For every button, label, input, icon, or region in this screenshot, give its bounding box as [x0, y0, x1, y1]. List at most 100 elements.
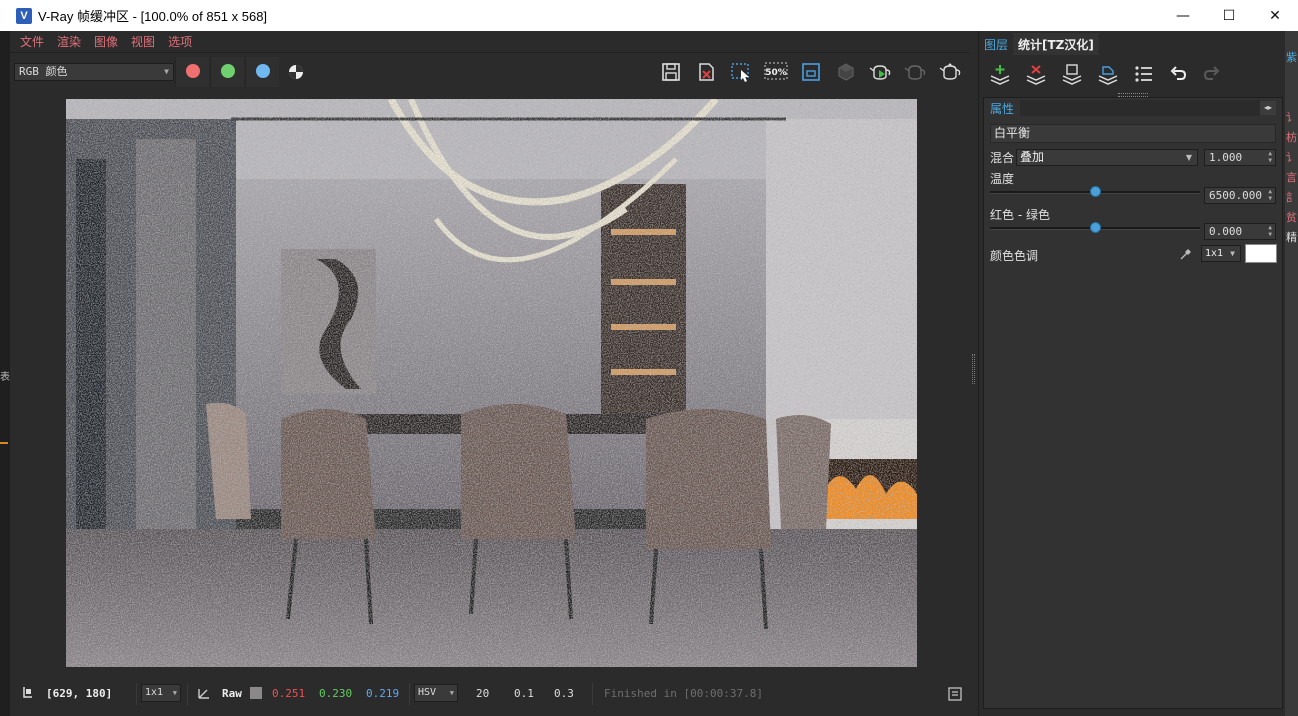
red-value: 0.251 [272, 687, 306, 700]
zoom-50-button[interactable]: 50% [763, 59, 789, 85]
tint-label: 红色 - 绿色 [990, 208, 1050, 222]
edge-char: 枋 [1286, 131, 1297, 144]
render-region-button[interactable] [798, 59, 824, 85]
value-value: 0.3 [554, 687, 574, 700]
title-bar: V V-Ray 帧缓冲区 - [100.0% of 851 x 568] — ☐… [0, 0, 1298, 31]
render-button[interactable] [868, 59, 894, 85]
properties-title: 属性 [990, 101, 1015, 116]
properties-header-bar [1020, 100, 1260, 116]
zoom-50-label: 50% [765, 68, 787, 78]
sample-size-value: 1x1 [145, 687, 164, 698]
delete-layer-button[interactable] [1023, 61, 1049, 87]
spinner-arrows-icon[interactable]: ▲ ▼ [1268, 224, 1272, 238]
blue-value: 0.219 [366, 687, 400, 700]
color-picker-icon[interactable] [196, 685, 212, 701]
chevron-down-icon: ▼ [172, 689, 177, 697]
panel-splitter[interactable] [970, 31, 978, 716]
pixel-coordinates: [629, 180] [46, 687, 113, 700]
rendered-scene-image [66, 99, 917, 667]
load-layers-icon [1098, 66, 1118, 85]
tint-slider-knob[interactable] [1089, 222, 1101, 233]
blend-mode-select[interactable]: 叠加 ▼ [1016, 149, 1198, 166]
delete-layer-icon [1026, 65, 1046, 85]
color-tint-label: 颜色色调 [990, 249, 1039, 263]
edge-char: 言 [1286, 171, 1297, 184]
blend-amount-spinner[interactable]: 1.000 ▲ ▼ [1204, 149, 1276, 166]
maximize-button[interactable]: ☐ [1206, 0, 1252, 31]
render-viewport[interactable] [10, 89, 970, 679]
undo-button[interactable] [1165, 61, 1191, 87]
save-button[interactable] [658, 59, 684, 85]
menu-file[interactable]: 文件 [18, 33, 46, 50]
splitter-grip-icon[interactable] [972, 354, 975, 384]
left-edge-label: 表 [0, 372, 10, 383]
menu-options[interactable]: 选项 [166, 33, 194, 50]
alpha-channel-icon [289, 65, 303, 79]
menu-image[interactable]: 图像 [92, 33, 120, 50]
green-value: 0.230 [319, 687, 353, 700]
color-tint-swatch[interactable] [1245, 244, 1277, 263]
edge-char: 訁 [1286, 191, 1297, 204]
tint-spinner[interactable]: 0.000 ▲ ▼ [1204, 223, 1276, 240]
status-divider [592, 683, 593, 705]
alpha-channel-button[interactable] [283, 59, 309, 85]
menu-render[interactable]: 渲染 [55, 33, 83, 50]
edge-char: 紫 [1286, 51, 1297, 64]
list-icon [1135, 66, 1152, 82]
log-panel-icon[interactable] [948, 687, 962, 701]
color-mode-value: HSV [418, 687, 437, 698]
layer-presets-button[interactable] [1131, 61, 1157, 87]
color-tint-sample-value: 1x1 [1205, 248, 1224, 259]
edge-char: 讠 [1286, 111, 1297, 124]
redo-button[interactable] [1199, 61, 1225, 87]
hue-value: 20 [476, 687, 490, 700]
green-channel-icon [221, 64, 235, 78]
eyedropper-icon[interactable] [1179, 247, 1193, 261]
properties-header[interactable]: 属性 ◂▸ [984, 98, 1282, 118]
left-edge-strip: 表 [0, 31, 10, 716]
temperature-spinner[interactable]: 6500.000 ▲ ▼ [1204, 187, 1276, 204]
teapot-icon [939, 63, 961, 80]
window-title: V-Ray 帧缓冲区 - [100.0% of 851 x 568] [38, 9, 268, 24]
menu-bar: 文件 渲染 图像 视图 选项 [10, 31, 970, 53]
load-layers-button[interactable] [1095, 61, 1121, 87]
temperature-slider-knob[interactable] [1089, 186, 1101, 197]
clear-icon [699, 63, 714, 81]
pixel-info-icon[interactable] [20, 685, 36, 701]
frame-buffer-main: 文件 渲染 图像 视图 选项 RGB 颜色 ▼ 50% [629, 180] 1… [10, 31, 970, 716]
clear-image-button[interactable] [693, 59, 719, 85]
red-channel-button[interactable] [175, 57, 209, 87]
layer-name-field[interactable]: 白平衡 [990, 124, 1276, 143]
background-window-edge: 紫 讠 枋 讠 言 訁 贫 精 [1285, 31, 1298, 716]
spinner-arrows-icon[interactable]: ▲ ▼ [1268, 150, 1272, 164]
blue-channel-icon [256, 64, 270, 78]
rendered-image[interactable] [66, 99, 917, 667]
save-layers-icon [1062, 64, 1082, 85]
blend-mode-value: 叠加 [1020, 150, 1045, 164]
channel-select[interactable]: RGB 颜色 ▼ [14, 63, 174, 81]
status-divider [136, 683, 137, 705]
collapse-toggle-icon[interactable]: ◂▸ [1260, 101, 1276, 115]
production-render-button[interactable] [938, 59, 964, 85]
spinner-arrows-icon[interactable]: ▲ ▼ [1268, 188, 1272, 202]
save-layers-button[interactable] [1059, 61, 1085, 87]
tab-stats[interactable]: 统计[TZ汉化] [1013, 33, 1099, 55]
sample-size-select[interactable]: 1x1 ▼ [141, 684, 181, 702]
minimize-button[interactable]: — [1160, 0, 1206, 31]
menu-view[interactable]: 视图 [129, 33, 157, 50]
color-tint-sample-select[interactable]: 1x1 ▼ [1201, 245, 1241, 262]
undo-icon [1170, 66, 1187, 80]
temperature-label: 温度 [990, 172, 1015, 186]
green-channel-button[interactable] [210, 57, 244, 87]
lock-cube-button[interactable] [833, 59, 859, 85]
cube-icon [838, 63, 854, 81]
add-layer-button[interactable] [987, 61, 1013, 87]
render-teapot-icon [869, 65, 891, 80]
region-select-button[interactable] [728, 59, 754, 85]
tab-layers[interactable]: 图层 [979, 33, 1013, 55]
interactive-render-button[interactable] [903, 59, 929, 85]
blue-channel-button[interactable] [245, 57, 279, 87]
close-button[interactable]: ✕ [1252, 0, 1298, 31]
color-mode-select[interactable]: HSV ▼ [414, 684, 458, 702]
channel-select-value: RGB 颜色 [19, 65, 68, 78]
